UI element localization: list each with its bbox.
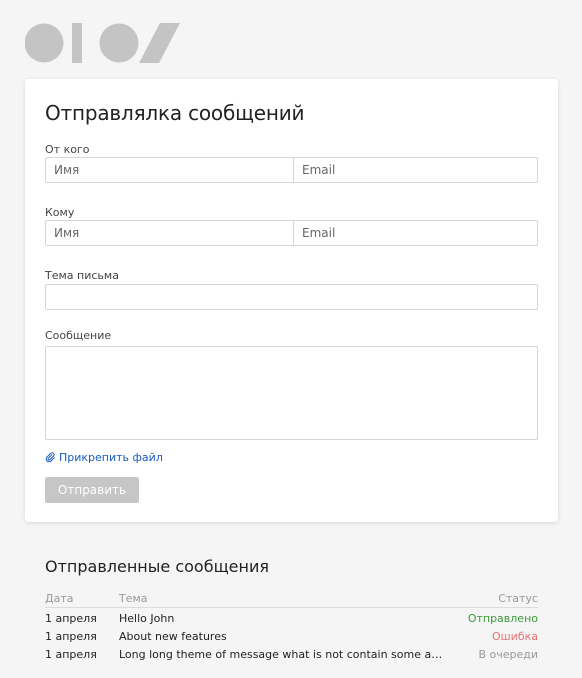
attach-file-link[interactable]: Прикрепить файл xyxy=(45,451,163,464)
row-theme: Long long theme of message what is not c… xyxy=(119,647,458,661)
to-email-input[interactable] xyxy=(293,221,537,245)
form-title: Отправлялка сообщений xyxy=(45,101,305,125)
header-date: Дата xyxy=(45,592,74,605)
to-label: Кому xyxy=(45,206,75,219)
message-label: Сообщение xyxy=(45,329,112,342)
brand-logo xyxy=(25,23,180,63)
subject-label: Тема письма xyxy=(45,269,119,282)
message-textarea[interactable] xyxy=(45,346,538,440)
paperclip-icon xyxy=(45,452,55,463)
sent-messages-title: Отправленные сообщения xyxy=(45,557,269,576)
from-label: От кого xyxy=(45,143,90,156)
table-row[interactable]: 1 апреля Long long theme of message what… xyxy=(45,645,538,663)
submit-button[interactable]: Отправить xyxy=(45,477,139,503)
table-header: Дата Тема Статус xyxy=(45,592,538,608)
message-form-card: Отправлялка сообщений От кого Кому Тема … xyxy=(25,79,558,522)
row-theme: Hello John xyxy=(119,611,175,625)
header-theme: Тема xyxy=(119,592,148,605)
to-fields xyxy=(45,220,538,246)
row-status: В очереди xyxy=(478,647,538,661)
sent-messages-table: Дата Тема Статус 1 апреля Hello John Отп… xyxy=(45,592,538,663)
row-date: 1 апреля xyxy=(45,647,97,661)
row-theme: About new features xyxy=(119,629,227,643)
row-status: Отправлено xyxy=(467,611,538,625)
header-status: Статус xyxy=(498,592,538,605)
table-row[interactable]: 1 апреля About new features Ошибка xyxy=(45,627,538,645)
from-fields xyxy=(45,157,538,183)
attach-file-label: Прикрепить файл xyxy=(59,451,163,464)
subject-input[interactable] xyxy=(45,284,538,310)
row-date: 1 апреля xyxy=(45,611,97,625)
from-email-input[interactable] xyxy=(293,158,537,182)
table-row[interactable]: 1 апреля Hello John Отправлено xyxy=(45,609,538,627)
to-name-input[interactable] xyxy=(46,221,293,245)
row-status: Ошибка xyxy=(491,629,538,643)
row-date: 1 апреля xyxy=(45,629,97,643)
from-name-input[interactable] xyxy=(46,158,293,182)
